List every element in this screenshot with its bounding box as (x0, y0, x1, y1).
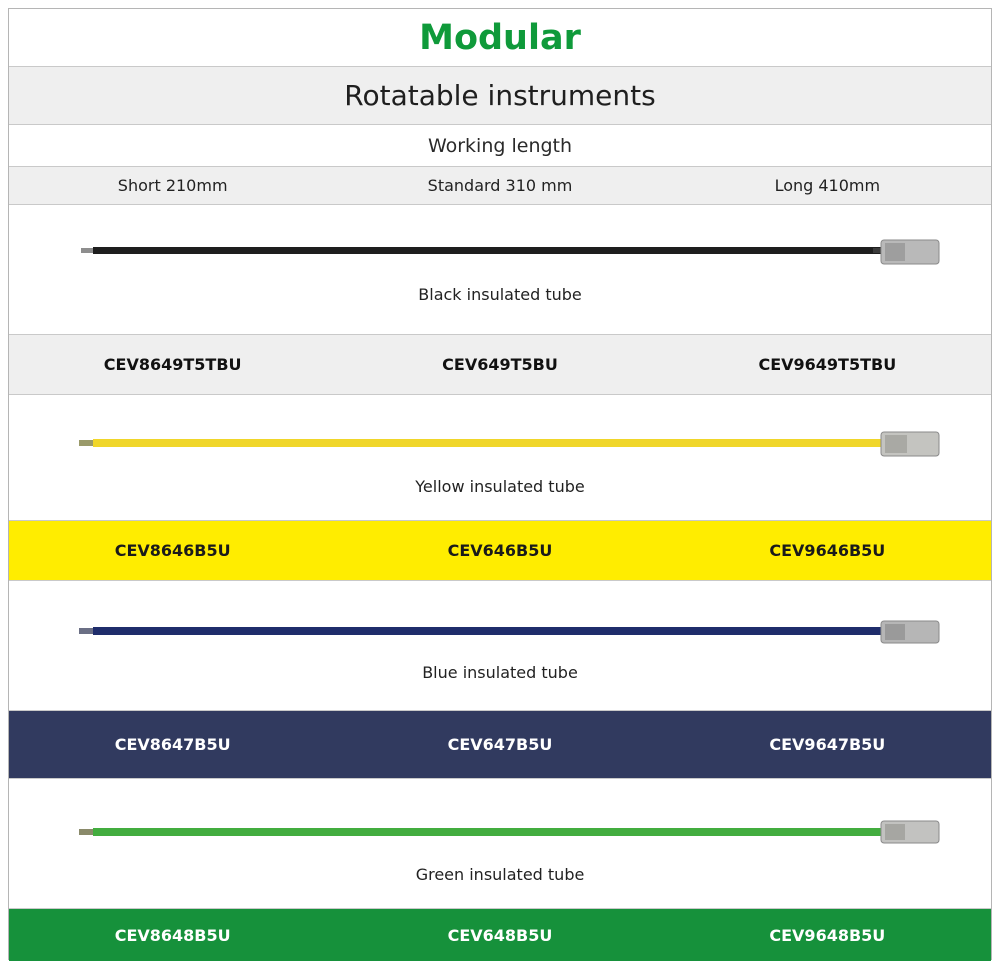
length-long: Long 410mm (774, 176, 881, 195)
product-code: CEV9649T5TBU (758, 355, 897, 374)
title-text: Modular (419, 17, 581, 58)
working-length-heading: Working length (9, 125, 991, 167)
yellow-tube-image (79, 431, 940, 457)
tube-label: Yellow insulated tube (415, 477, 585, 496)
product-code: CEV9646B5U (769, 541, 886, 560)
product-code: CEV8647B5U (114, 735, 231, 754)
code-row: CEV8647B5U CEV647B5U CEV9647B5U (9, 711, 991, 779)
length-header-row: Short 210mm Standard 310 mm Long 410mm (9, 167, 991, 205)
black-tube-image (81, 239, 940, 265)
product-code: CEV9647B5U (769, 735, 886, 754)
product-code: CEV646B5U (447, 541, 553, 560)
tube-image-row: Green insulated tube (9, 779, 991, 909)
product-code: CEV8648B5U (114, 925, 231, 945)
product-code: CEV649T5BU (442, 355, 558, 374)
tube-label: Blue insulated tube (422, 663, 578, 682)
length-standard: Standard 310 mm (427, 176, 573, 195)
code-row: CEV8649T5TBU CEV649T5BU CEV9649T5TBU (9, 335, 991, 395)
product-code: CEV9648B5U (769, 925, 886, 945)
blue-tube-image (79, 620, 940, 644)
code-row: CEV8646B5U CEV646B5U CEV9646B5U (9, 521, 991, 581)
length-short: Short 210mm (117, 176, 228, 195)
tube-image-row: Blue insulated tube (9, 581, 991, 711)
working-length-text: Working length (427, 134, 573, 157)
tube-label: Black insulated tube (418, 285, 582, 304)
product-code: CEV8649T5TBU (103, 355, 242, 374)
product-table: Modular Rotatable instruments Working le… (8, 8, 992, 961)
green-tube-image (79, 820, 940, 844)
product-code: CEV647B5U (447, 735, 553, 754)
subtitle-text: Rotatable instruments (344, 79, 656, 112)
page-title: Modular (9, 9, 991, 67)
tube-image-row: Black insulated tube (9, 205, 991, 335)
tube-label: Green insulated tube (415, 865, 585, 884)
section-subtitle: Rotatable instruments (9, 67, 991, 125)
product-code: CEV648B5U (447, 925, 553, 945)
tube-image-row: Yellow insulated tube (9, 395, 991, 521)
code-row: CEV8648B5U CEV648B5U CEV9648B5U (9, 909, 991, 961)
product-code: CEV8646B5U (114, 541, 231, 560)
